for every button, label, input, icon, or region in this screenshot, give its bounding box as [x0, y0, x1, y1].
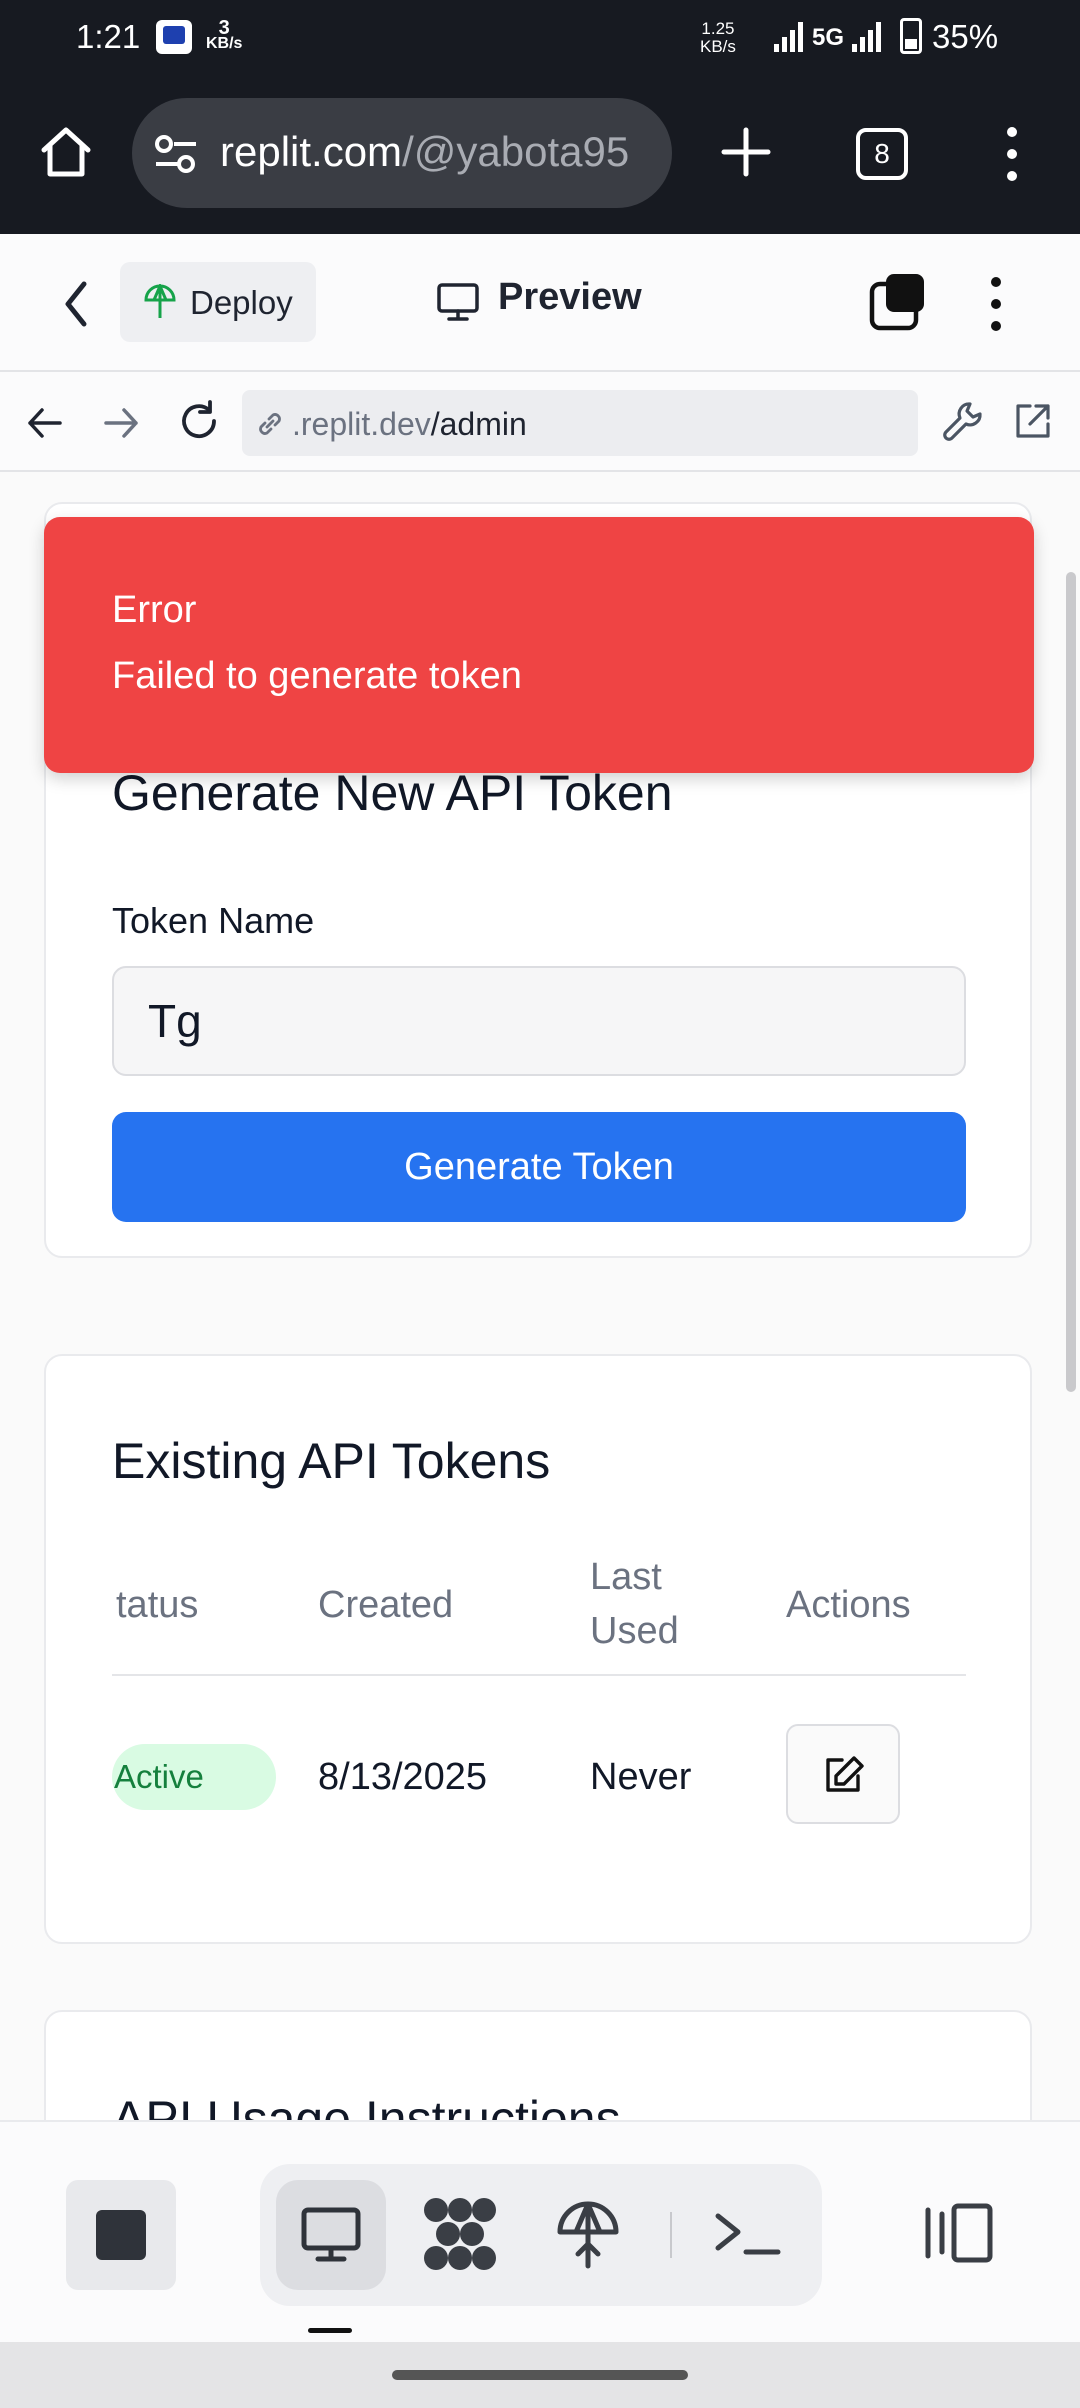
scrollbar[interactable] — [1066, 572, 1076, 1392]
edit-token-button[interactable] — [786, 1724, 900, 1824]
plus-icon[interactable] — [716, 122, 776, 182]
chevron-left-icon[interactable] — [56, 276, 96, 332]
usage-instructions-title: API Usage Instructions — [112, 2091, 621, 2120]
error-toast[interactable]: Error Failed to generate token — [44, 517, 1034, 773]
signal-icon — [774, 22, 803, 52]
arrow-left-icon[interactable] — [24, 402, 66, 444]
created-cell: 8/13/2025 — [318, 1756, 488, 1798]
webview-url-text: .replit.dev/admin — [292, 406, 527, 442]
windows-icon[interactable] — [868, 272, 928, 332]
browser-toolbar: replit.com/@yabota95 8 — [0, 78, 1080, 234]
status-badge: Active — [112, 1744, 276, 1810]
column-header-status: tatus — [116, 1584, 199, 1626]
net-speed: 3 KB/s — [206, 17, 243, 52]
dock-separator — [670, 2212, 672, 2258]
last-used-cell: Never — [590, 1756, 692, 1798]
active-indicator — [308, 2328, 352, 2333]
webview-toolbar: .replit.dev/admin — [0, 372, 1080, 472]
column-header-created: Created — [318, 1584, 454, 1626]
workflow-icon[interactable] — [420, 2194, 500, 2274]
token-name-label: Token Name — [112, 900, 315, 941]
replit-header: Deploy Preview — [0, 234, 1080, 372]
column-header-last-used: Last Used — [590, 1556, 679, 1652]
webview-url-field[interactable]: .replit.dev/admin — [242, 390, 918, 456]
table-divider — [112, 1674, 966, 1676]
net-speed-right: 1.25 KB/s — [700, 19, 736, 56]
tabs-icon[interactable]: 8 — [856, 128, 908, 180]
external-link-icon[interactable] — [1012, 400, 1054, 442]
gesture-nav-bar — [0, 2342, 1080, 2408]
existing-tokens-card: Existing API Tokens tatus Created Last Us… — [44, 1354, 1032, 1944]
battery-icon — [900, 18, 922, 54]
existing-tokens-title: Existing API Tokens — [112, 1433, 551, 1489]
column-header-actions: Actions — [786, 1584, 911, 1626]
terminal-icon[interactable] — [708, 2194, 788, 2274]
deploy-button[interactable]: Deploy — [120, 262, 316, 342]
more-vert-icon[interactable] — [986, 276, 1006, 332]
signal-icon — [852, 22, 881, 52]
generate-token-button[interactable]: Generate Token — [112, 1112, 966, 1222]
battery-percent: 35% — [932, 18, 999, 55]
link-icon — [259, 413, 281, 435]
more-vert-icon[interactable] — [1000, 126, 1024, 182]
stop-icon[interactable] — [66, 2180, 176, 2290]
browser-url-text: replit.com/@yabota95 — [220, 128, 630, 175]
deploy-icon[interactable] — [548, 2194, 628, 2274]
monitor-icon — [301, 2207, 361, 2262]
replit-dock — [0, 2120, 1080, 2342]
toast-description: Failed to generate token — [112, 655, 522, 697]
status-time: 1:21 — [76, 18, 141, 55]
notification-app-icon — [156, 20, 192, 54]
tune-icon[interactable] — [154, 134, 198, 174]
dock-tools — [260, 2164, 822, 2306]
status-bar: 1:21 3 KB/s 1.25 KB/s 5G 35% — [0, 0, 1080, 78]
deploy-label: Deploy — [190, 284, 293, 321]
panel-icon[interactable] — [924, 2202, 994, 2264]
usage-instructions-card: API Usage Instructions — [44, 2010, 1032, 2120]
deploy-icon — [144, 284, 176, 318]
network-type: 5G — [812, 24, 845, 51]
home-icon[interactable] — [36, 122, 96, 182]
reload-icon[interactable] — [176, 398, 222, 444]
monitor-icon — [437, 283, 479, 321]
wrench-icon[interactable] — [940, 398, 986, 444]
token-name-input[interactable]: Tg — [112, 966, 966, 1076]
dock-preview-button[interactable] — [276, 2180, 386, 2290]
edit-icon — [826, 1756, 864, 1792]
toast-title: Error — [112, 589, 197, 631]
home-handle[interactable] — [392, 2370, 688, 2380]
arrow-right-icon[interactable] — [100, 402, 142, 444]
browser-url-bar[interactable]: replit.com/@yabota95 — [132, 98, 672, 208]
preview-title[interactable]: Preview — [498, 276, 642, 319]
